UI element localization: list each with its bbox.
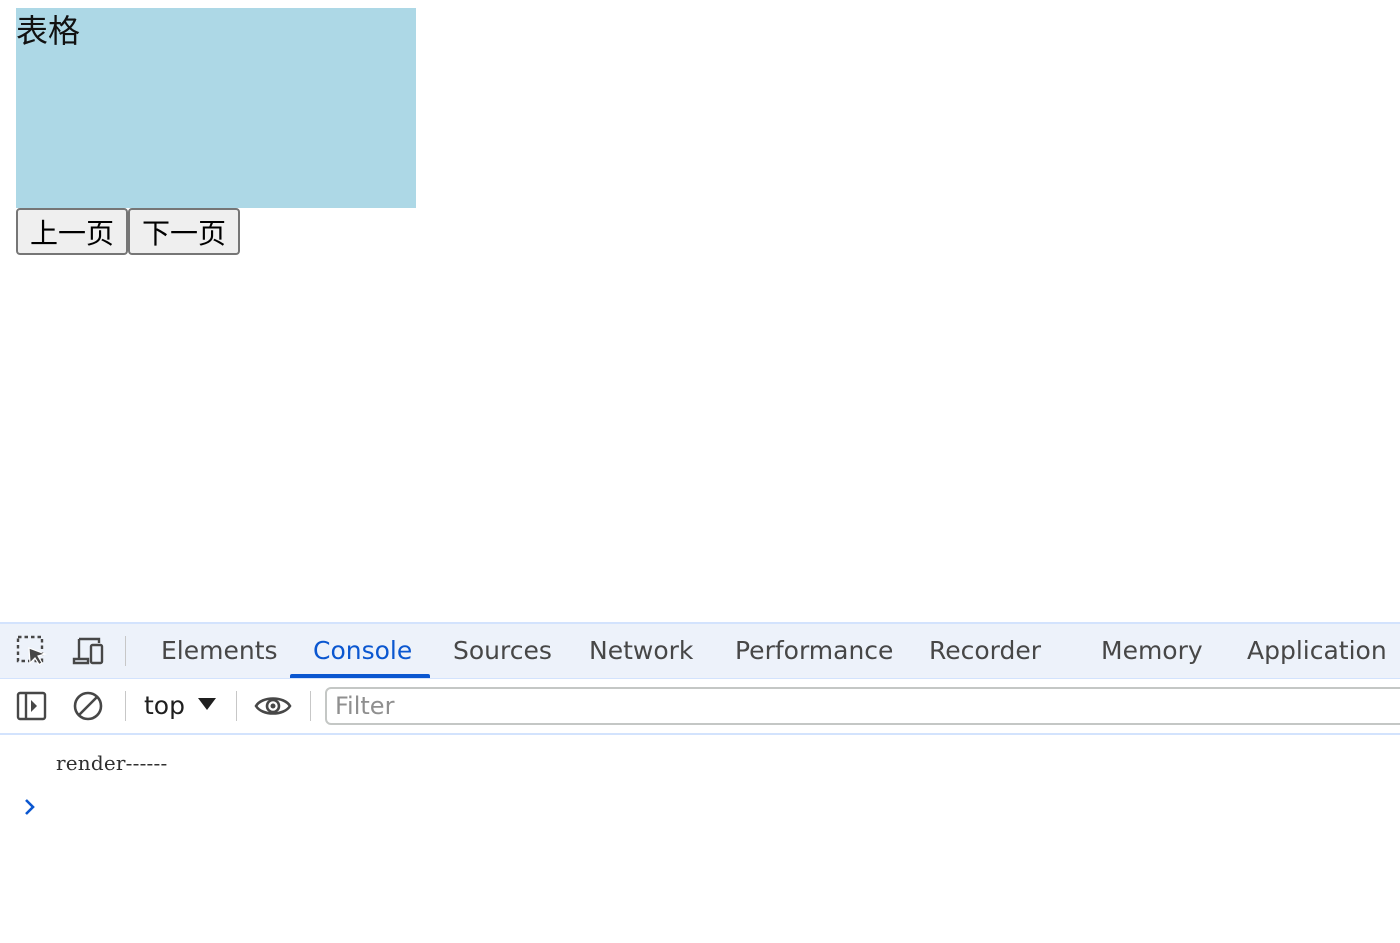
tab-sources[interactable]: Sources [429, 624, 576, 678]
sidebar-toggle-icon[interactable] [15, 689, 49, 723]
console-toolbar: top [0, 679, 1400, 735]
tab-recorder[interactable]: Recorder [905, 624, 1065, 678]
inspect-element-icon[interactable] [15, 634, 49, 668]
chevron-down-icon[interactable] [198, 698, 216, 710]
tab-console[interactable]: Console [289, 624, 436, 678]
tab-memory[interactable]: Memory [1077, 624, 1227, 678]
console-filter-input[interactable] [325, 687, 1400, 725]
chevron-right-icon[interactable] [20, 795, 40, 819]
active-tab-indicator [290, 674, 430, 678]
device-toolbar-icon[interactable] [71, 634, 105, 668]
tab-performance[interactable]: Performance [711, 624, 917, 678]
toolbar-divider [236, 691, 237, 721]
toolbar-divider [125, 691, 126, 721]
context-selector[interactable]: top [144, 687, 185, 725]
eye-icon[interactable] [254, 689, 292, 723]
devtools-panel: Elements Console Sources Network Perform… [0, 622, 1400, 943]
next-page-button[interactable]: 下一页 [128, 208, 240, 255]
toolbar-divider [310, 691, 311, 721]
tab-network[interactable]: Network [565, 624, 717, 678]
prev-page-button[interactable]: 上一页 [16, 208, 128, 255]
devtools-tabbar: Elements Console Sources Network Perform… [0, 624, 1400, 679]
toolbar-divider [125, 636, 126, 666]
table-area: 表格 [16, 8, 416, 208]
clear-console-icon[interactable] [71, 689, 105, 723]
tab-application[interactable]: Application [1223, 624, 1400, 678]
table-label: 表格 [16, 12, 81, 50]
tab-elements[interactable]: Elements [137, 624, 302, 678]
console-output: render------ [0, 735, 1400, 943]
console-message: render------ [56, 751, 168, 775]
